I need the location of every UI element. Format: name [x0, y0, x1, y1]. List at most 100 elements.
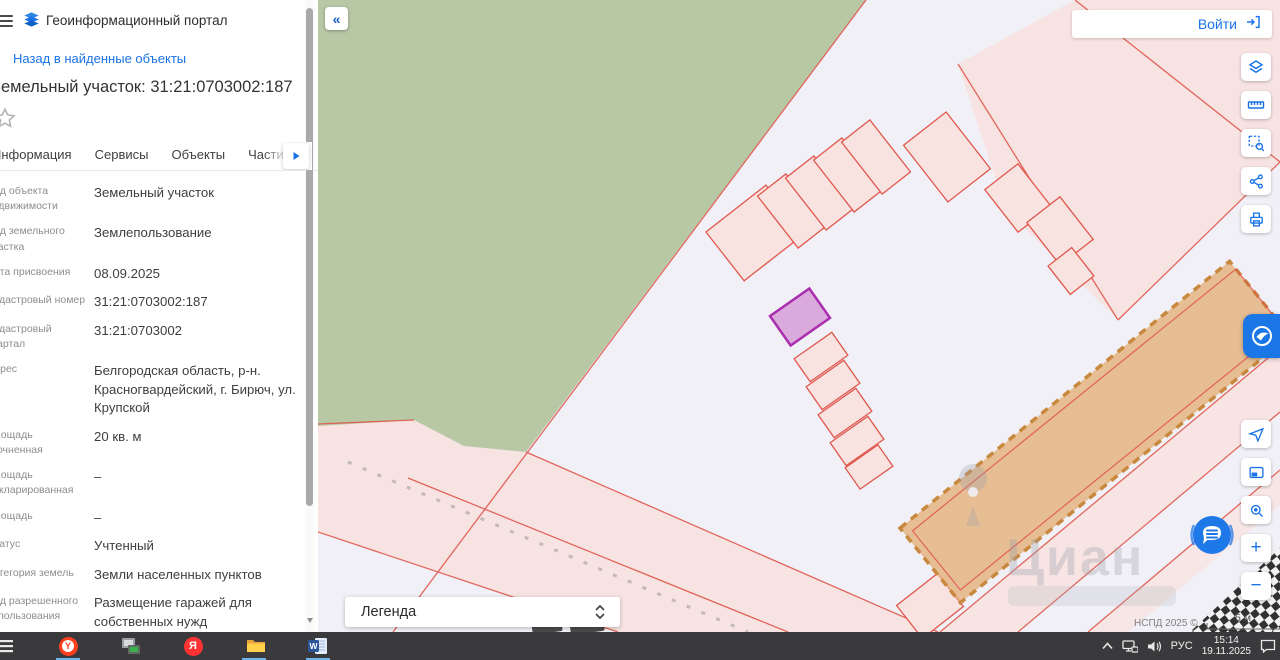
taskbar-word[interactable]: W: [305, 635, 331, 657]
chat-button[interactable]: [1186, 509, 1238, 561]
tab-2[interactable]: Объекты: [171, 142, 225, 170]
portal-logo-icon: [22, 10, 41, 34]
login-bar[interactable]: Войти: [1072, 10, 1272, 38]
select-area-icon: [1248, 135, 1265, 152]
network-icon[interactable]: [1122, 639, 1138, 653]
assistant-panel-button[interactable]: [1243, 314, 1280, 358]
clock-time: 15:14: [1213, 635, 1239, 646]
share-button[interactable]: [1241, 167, 1271, 195]
map-attribution: НСПД 2025 ©: [1134, 618, 1198, 629]
detail-label: Адрес: [0, 363, 18, 376]
info-panel: Геоинформационный портал ‹ Назад в найде…: [0, 0, 318, 632]
favorite-star-icon[interactable]: [0, 106, 17, 135]
detail-row: Кадастровый номер 31:21:0703002:187: [0, 293, 300, 311]
select-area-button[interactable]: [1241, 129, 1271, 157]
clock[interactable]: 15:14 19.11.2025: [1202, 635, 1251, 657]
search-on-map-button[interactable]: [1241, 496, 1271, 524]
detail-row: Дата присвоения 08.09.2025: [0, 265, 300, 283]
zoom-in-button[interactable]: +: [1241, 534, 1271, 562]
notifications-icon[interactable]: [1260, 639, 1276, 653]
taskbar: Y Я W РУС 15:14 19.11.2025: [0, 632, 1280, 660]
detail-value: 31:21:0703002:187: [94, 294, 208, 310]
detail-value: 08.09.2025: [94, 265, 161, 281]
map-canvas[interactable]: Циан НСПД 2025 © 5 м « Войти + − Легенда: [318, 0, 1280, 632]
panel-scrollbar-thumb[interactable]: [306, 8, 313, 506]
search-location-icon: [1250, 504, 1263, 517]
tray-expand-icon[interactable]: [1102, 642, 1113, 650]
folder-icon: [247, 640, 265, 652]
tabs-next-button[interactable]: [283, 143, 309, 169]
minimap-button[interactable]: [1241, 458, 1271, 486]
detail-label: Площадь декларированная: [0, 469, 74, 497]
watermark-brand: Циан: [1006, 529, 1144, 587]
collapse-sidebar-button[interactable]: «: [325, 7, 348, 30]
legend-toggle-icon[interactable]: [594, 604, 606, 620]
print-button[interactable]: [1241, 205, 1271, 233]
taskbar-file-explorer[interactable]: [243, 635, 269, 657]
scale-label: 5 м: [1235, 612, 1251, 624]
ruler-icon: [1247, 101, 1265, 109]
detail-label: Вид разрешенного использования: [0, 595, 79, 623]
detail-value: Учтенный: [94, 538, 154, 554]
svg-text:W: W: [309, 641, 318, 651]
menu-icon[interactable]: [0, 12, 13, 28]
detail-value: Размещение гаражей для собственных нужд: [94, 595, 252, 629]
detail-row: Статус Учтенный: [0, 537, 300, 555]
object-title: Земельный участок: 31:21:0703002:187: [0, 78, 293, 96]
detail-label: Категория земель: [0, 566, 74, 579]
zoom-in-label: +: [1250, 537, 1262, 558]
detail-label: Кадастровый номер: [0, 294, 86, 307]
system-tray: РУС 15:14 19.11.2025: [1102, 632, 1276, 660]
taskbar-yandex-browser[interactable]: Y: [55, 635, 81, 657]
tabs-next-icon: [293, 152, 299, 160]
detail-row: Вид земельного участка Землепользование: [0, 224, 300, 254]
start-button[interactable]: [0, 635, 18, 657]
detail-value: Земельный участок: [94, 185, 215, 200]
login-label: Войти: [1197, 16, 1237, 32]
detail-label: Кадастровый квартал: [0, 322, 52, 351]
detail-row: Площадь уточненная 20 кв. м: [0, 428, 300, 458]
detail-row: Вид объекта недвижимости Земельный участо…: [0, 184, 300, 214]
start-icon: [0, 640, 13, 653]
legend-label: Легенда: [361, 604, 417, 620]
remote-app-icon: [122, 638, 140, 654]
panel-header: Геоинформационный портал: [0, 10, 318, 34]
taskbar-remote-app[interactable]: [118, 635, 144, 657]
details-list: Вид объекта недвижимости Земельный участо…: [0, 184, 300, 632]
taskbar-yandex-search[interactable]: Я: [180, 635, 206, 657]
detail-row: Кадастровый квартал 31:21:0703002: [0, 322, 300, 352]
minimap-icon: [1248, 466, 1264, 478]
detail-value: Белгородская область, р-н. Красногвардей…: [94, 363, 296, 416]
detail-label: Дата присвоения: [0, 265, 71, 278]
print-icon: [1249, 211, 1263, 227]
back-link[interactable]: Назад в найденные объекты: [13, 51, 186, 66]
word-icon: W: [308, 638, 327, 654]
zoom-out-label: −: [1250, 575, 1262, 596]
screen: Циан НСПД 2025 © 5 м « Войти + − Легенда…: [0, 0, 1280, 660]
tab-0[interactable]: Информация: [0, 142, 72, 170]
volume-icon[interactable]: [1147, 640, 1162, 653]
layers-icon: [1248, 60, 1264, 74]
detail-label: Вид объекта недвижимости: [0, 185, 58, 213]
detail-label: Вид земельного участка: [0, 225, 65, 253]
detail-value: –: [94, 509, 102, 525]
detail-row: Адрес Белгородская область, р-н. Красногв…: [0, 362, 300, 417]
layers-button[interactable]: [1241, 53, 1271, 81]
detail-value: Землепользование: [94, 225, 212, 241]
zoom-out-button[interactable]: −: [1241, 572, 1271, 600]
share-icon: [1249, 173, 1263, 189]
detail-label: Площадь: [0, 509, 33, 522]
detail-value: 20 кв. м: [94, 428, 142, 444]
measure-button[interactable]: [1241, 91, 1271, 119]
legend-bar[interactable]: Легенда: [345, 597, 620, 627]
tab-1[interactable]: Сервисы: [95, 142, 149, 170]
detail-value: –: [94, 469, 102, 485]
detail-row: Вид разрешенного использования Размещение…: [0, 594, 300, 631]
detail-row: Категория земель Земли населенных пунктов: [0, 566, 300, 584]
detail-label: Площадь уточненная: [0, 428, 43, 456]
chat-bubble-icon: [1190, 516, 1234, 554]
scrollbar-down-icon[interactable]: [307, 618, 313, 623]
locate-me-button[interactable]: [1241, 420, 1271, 448]
map-render: Циан НСПД 2025 © 5 м: [318, 0, 1280, 632]
language-indicator[interactable]: РУС: [1171, 640, 1193, 652]
